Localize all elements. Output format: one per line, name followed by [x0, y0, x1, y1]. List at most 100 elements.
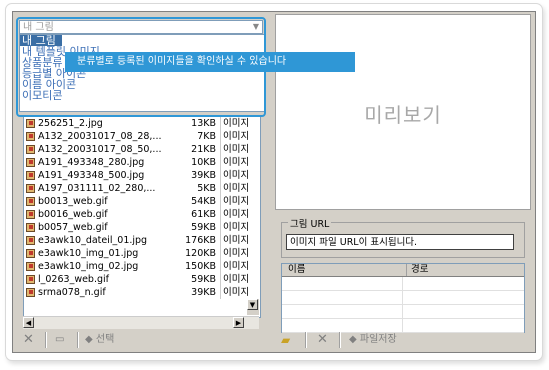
url-group-title: 그림 URL [288, 216, 332, 230]
file-size: 61KB [191, 209, 216, 220]
file-size: 7KB [197, 131, 216, 142]
list-item[interactable]: A191_493348_500.jpg 39KB 이미지 [24, 169, 260, 182]
list-item[interactable]: e3awk10_img_01.jpg 120KB 이미지 [24, 247, 260, 260]
path-table-header: 이름 경로 [282, 264, 524, 277]
folder-icon[interactable]: ▰ [281, 333, 290, 347]
file-type: 이미지 [220, 286, 253, 299]
file-name: b0013_web.gif [38, 196, 108, 207]
x-icon[interactable]: ✕ [23, 333, 34, 347]
monitor-icon[interactable]: ▭ [55, 333, 64, 347]
image-file-icon [26, 184, 35, 193]
file-size: 120KB [185, 248, 216, 259]
category-select[interactable]: 내 그림 ▼ [19, 20, 263, 34]
select-icon: ◆ [85, 334, 93, 345]
file-name: b0016_web.gif [38, 209, 108, 220]
file-size: 21KB [191, 144, 216, 155]
file-size: 59KB [191, 222, 216, 233]
table-row [282, 291, 524, 305]
file-name: srma078_n.gif [38, 287, 106, 298]
file-type: 이미지 [220, 221, 253, 234]
image-file-icon [26, 236, 35, 245]
list-item[interactable]: A197_031111_02_280,... 5KB 이미지 [24, 182, 260, 195]
file-type: 이미지 [220, 143, 253, 156]
scroll-right-icon[interactable]: ▶ [233, 317, 244, 328]
select-label: 선택 [95, 334, 115, 345]
list-item[interactable]: l_0263_web.gif 59KB 이미지 [24, 273, 260, 286]
file-type: 이미지 [220, 273, 253, 286]
toolbar-divider [305, 332, 307, 348]
column-header-path[interactable]: 경로 [406, 264, 428, 276]
file-name: A132_20031017_08_28,... [38, 131, 162, 142]
help-tooltip: 분류별로 등록된 이미지들을 확인하실 수 있습니다 [65, 52, 355, 72]
x-icon[interactable]: ✕ [317, 333, 328, 347]
category-option[interactable]: 이름 아이콘 [20, 79, 264, 90]
file-type: 이미지 [220, 169, 253, 182]
toolbar-divider [45, 332, 47, 348]
preview-label: 미리보기 [364, 103, 442, 127]
file-type: 이미지 [220, 195, 253, 208]
chevron-down-icon[interactable]: ▼ [250, 21, 262, 33]
list-item[interactable]: b0057_web.gif 59KB 이미지 [24, 221, 260, 234]
category-options-list: 내 그림 내 템플릿 이미지 상품분류 아이콘 등급별 아이콘 이름 아이콘 이… [19, 34, 265, 112]
scroll-left-icon[interactable]: ◀ [23, 317, 34, 328]
list-item[interactable]: b0013_web.gif 54KB 이미지 [24, 195, 260, 208]
image-file-icon [26, 119, 35, 128]
list-item[interactable]: A132_20031017_08_50,... 21KB 이미지 [24, 143, 260, 156]
save-file-label: 파일저장 [359, 334, 397, 345]
toolbar-divider [77, 332, 79, 348]
file-size: 13KB [191, 118, 216, 129]
left-toolbar: ✕ ▭ ◆ 선택 [15, 330, 267, 350]
save-icon: ◆ [349, 334, 357, 345]
file-size: 5KB [197, 183, 216, 194]
image-file-icon [26, 158, 35, 167]
vertical-scrollbar[interactable]: ▼ [247, 299, 259, 315]
file-name: A197_031111_02_280,... [38, 183, 156, 194]
list-item[interactable]: e3awk10_img_02.jpg 150KB 이미지 [24, 260, 260, 273]
url-field[interactable]: 이미지 파일 URL이 표시됩니다. [286, 234, 514, 250]
file-size: 10KB [191, 157, 216, 168]
file-type: 이미지 [220, 234, 253, 247]
category-option[interactable]: 이모티콘 [20, 90, 264, 101]
file-type: 이미지 [220, 156, 253, 169]
image-file-icon [26, 210, 35, 219]
category-option[interactable]: 내 그림 [20, 35, 62, 46]
image-file-icon [26, 223, 35, 232]
image-file-icon [26, 145, 35, 154]
right-toolbar: ▰ ✕ ◆ 파일저장 [275, 330, 531, 350]
file-type: 이미지 [220, 117, 253, 130]
horizontal-scrollbar[interactable]: ◀ ▶ [23, 316, 259, 329]
file-name: e3awk10_img_02.jpg [38, 261, 139, 272]
file-name: 256251_2.jpg [38, 118, 103, 129]
file-name: e3awk10_dateil_01.jpg [38, 235, 148, 246]
image-file-icon [26, 275, 35, 284]
list-item[interactable]: b0016_web.gif 61KB 이미지 [24, 208, 260, 221]
image-file-icon [26, 132, 35, 141]
file-name: A191_493348_500.jpg [38, 170, 145, 181]
list-item[interactable]: e3awk10_dateil_01.jpg 176KB 이미지 [24, 234, 260, 247]
column-header-name[interactable]: 이름 [288, 264, 305, 276]
image-file-icon [26, 288, 35, 297]
file-type: 이미지 [220, 208, 253, 221]
list-item[interactable]: A132_20031017_08_28,... 7KB 이미지 [24, 130, 260, 143]
image-file-icon [26, 197, 35, 206]
list-item[interactable]: srma078_n.gif 39KB 이미지 [24, 286, 260, 299]
image-file-icon [26, 249, 35, 258]
list-item[interactable]: A191_493348_280.jpg 10KB 이미지 [24, 156, 260, 169]
image-file-icon [26, 171, 35, 180]
path-table: 이름 경로 [281, 263, 525, 333]
table-row [282, 277, 524, 291]
file-name: b0057_web.gif [38, 222, 108, 233]
file-size: 150KB [185, 261, 216, 272]
file-name: l_0263_web.gif [38, 274, 109, 285]
toolbar-divider [339, 332, 341, 348]
file-list: 256251_2.jpg 13KB 이미지 A132_20031017_08_28,.… [23, 116, 261, 318]
save-file-button[interactable]: ◆ 파일저장 [349, 333, 397, 347]
scroll-down-icon[interactable]: ▼ [247, 299, 258, 310]
table-row [282, 305, 524, 319]
file-type: 이미지 [220, 130, 253, 143]
file-name: A191_493348_280.jpg [38, 157, 145, 168]
select-button[interactable]: ◆ 선택 [85, 333, 114, 347]
list-item[interactable]: 256251_2.jpg 13KB 이미지 [24, 117, 260, 130]
file-type: 이미지 [220, 182, 253, 195]
file-size: 176KB [185, 235, 216, 246]
